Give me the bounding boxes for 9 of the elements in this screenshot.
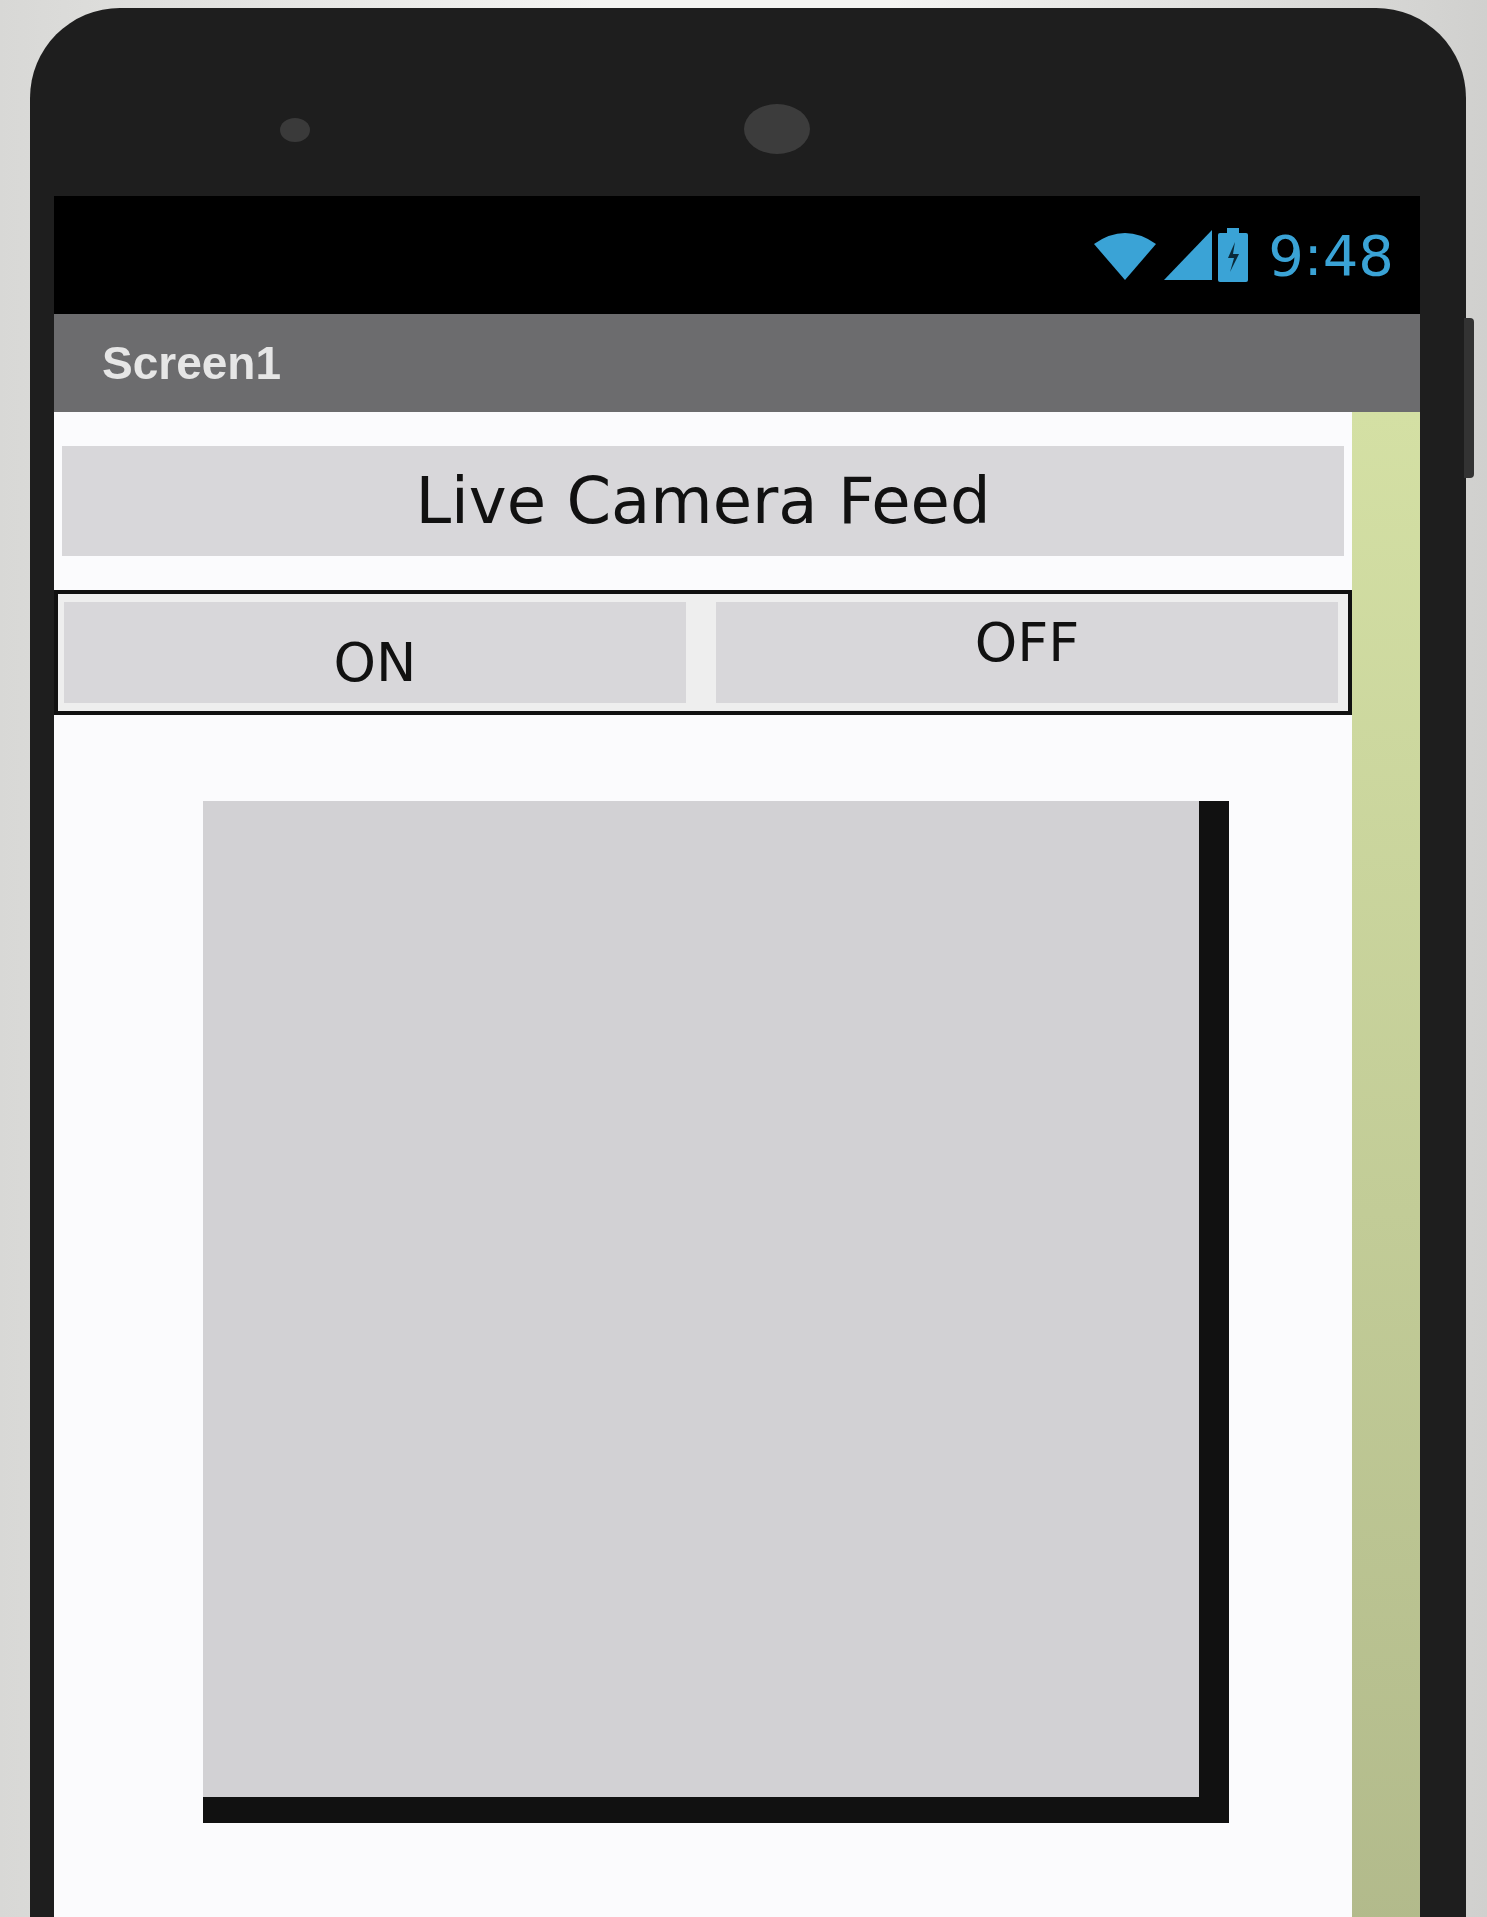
wifi-icon — [1092, 230, 1159, 280]
title-label: Live Camera Feed — [62, 446, 1344, 556]
signal-icon — [1164, 230, 1213, 280]
sensor-icon — [280, 118, 310, 142]
battery-icon — [1218, 228, 1249, 282]
toggle-button[interactable]: OFF — [716, 602, 1338, 703]
clock-time: 9:48 — [1268, 222, 1394, 288]
toggle-button[interactable]: ON — [64, 602, 686, 703]
screen-title: Screen1 — [102, 336, 281, 390]
